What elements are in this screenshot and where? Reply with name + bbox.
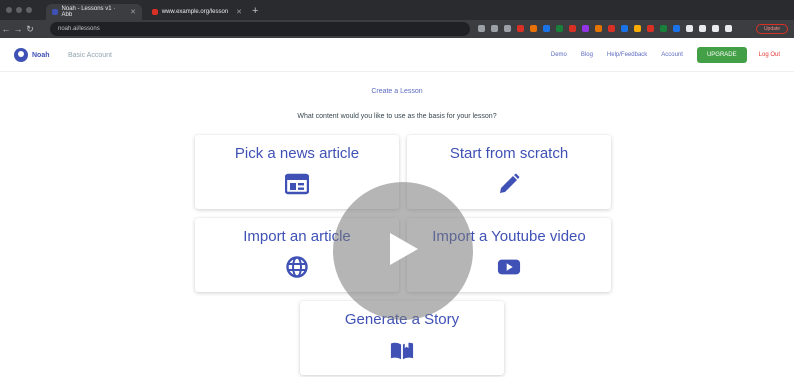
close-tab-icon[interactable]: ✕ bbox=[130, 8, 136, 16]
nav-link-help-feedback[interactable]: Help/Feedback bbox=[607, 52, 647, 58]
top-nav: Demo Blog Help/Feedback Account UPGRADE … bbox=[551, 38, 794, 72]
window-controls[interactable] bbox=[6, 7, 32, 13]
youtube-icon bbox=[497, 255, 521, 279]
app-header: Noah Basic Account Demo Blog Help/Feedba… bbox=[0, 38, 794, 72]
book-icon bbox=[390, 338, 414, 362]
address-bar[interactable]: noah.ai/lessons bbox=[50, 22, 470, 36]
tab-title: www.example.org/lesson bbox=[161, 9, 229, 15]
logo-icon bbox=[14, 48, 28, 62]
option-label: Start from scratch bbox=[449, 145, 569, 162]
account-type-label: Basic Account bbox=[68, 52, 112, 59]
logo-text: Noah bbox=[32, 51, 50, 59]
nav-link-account[interactable]: Account bbox=[661, 52, 683, 58]
option-label: Pick a news article bbox=[234, 145, 360, 162]
play-icon bbox=[386, 231, 420, 272]
tab-strip: Noah - Lessons v1 · Abb ✕ www.example.or… bbox=[0, 0, 794, 20]
upgrade-button[interactable]: UPGRADE bbox=[696, 47, 747, 63]
update-label: Update bbox=[763, 26, 781, 32]
back-icon[interactable]: ← bbox=[0, 24, 12, 34]
globe-icon bbox=[285, 255, 309, 279]
forward-icon[interactable]: → bbox=[12, 24, 24, 34]
logo[interactable]: Noah bbox=[14, 48, 50, 62]
page-title: Create a Lesson bbox=[371, 88, 423, 95]
new-tab-icon[interactable]: + bbox=[252, 5, 258, 17]
url-text: noah.ai/lessons bbox=[58, 26, 100, 32]
video-play-button[interactable] bbox=[333, 182, 473, 320]
close-tab-icon[interactable]: ✕ bbox=[236, 8, 242, 16]
newspaper-icon bbox=[285, 172, 309, 196]
content-question: What content would you like to use as th… bbox=[297, 113, 497, 120]
browser-tab-active[interactable]: Noah - Lessons v1 · Abb ✕ bbox=[46, 4, 142, 20]
logout-link[interactable]: Log Out bbox=[759, 52, 780, 58]
tab-title: Noah - Lessons v1 · Abb bbox=[61, 6, 116, 18]
update-button[interactable]: Update bbox=[756, 24, 788, 34]
tab-favicon-icon bbox=[52, 9, 58, 15]
extension-icons[interactable] bbox=[478, 25, 732, 32]
reload-icon[interactable]: ↻ bbox=[24, 24, 36, 35]
pencil-icon bbox=[497, 172, 521, 196]
browser-tab[interactable]: www.example.org/lesson ✕ bbox=[146, 4, 248, 20]
nav-link-blog[interactable]: Blog bbox=[581, 52, 593, 58]
tab-favicon-icon bbox=[152, 9, 158, 15]
nav-link-demo[interactable]: Demo bbox=[551, 52, 567, 58]
browser-chrome: Noah - Lessons v1 · Abb ✕ www.example.or… bbox=[0, 0, 794, 38]
